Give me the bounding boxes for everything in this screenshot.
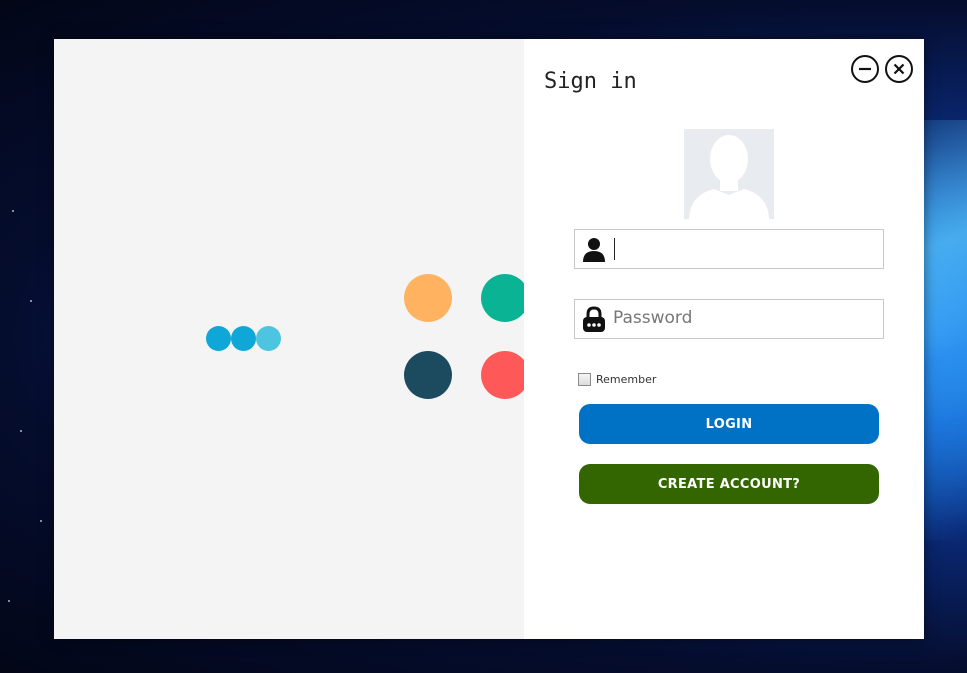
page-title: Sign in bbox=[544, 69, 637, 94]
star bbox=[20, 430, 22, 432]
login-window: Sign in Remember LOGIN CREATE ACCOUNT? bbox=[54, 39, 924, 639]
user-silhouette-icon bbox=[689, 135, 769, 219]
star bbox=[40, 520, 42, 522]
create-account-button[interactable]: CREATE ACCOUNT? bbox=[579, 464, 879, 504]
sign-in-panel: Sign in Remember LOGIN CREATE ACCOUNT? bbox=[524, 39, 924, 639]
star bbox=[30, 300, 32, 302]
remember-label: Remember bbox=[596, 373, 657, 386]
loader-dot bbox=[256, 326, 281, 351]
tile-dot bbox=[404, 274, 452, 322]
minimize-button[interactable] bbox=[851, 55, 879, 83]
tile-dot bbox=[404, 351, 452, 399]
star bbox=[12, 210, 14, 212]
tile-dot bbox=[481, 274, 524, 322]
minus-circle-icon bbox=[859, 67, 871, 71]
login-button[interactable]: LOGIN bbox=[579, 404, 879, 444]
person-icon bbox=[583, 238, 605, 262]
loading-panel bbox=[54, 39, 524, 639]
loader-dot bbox=[206, 326, 231, 351]
username-field[interactable] bbox=[574, 229, 884, 269]
remember-option[interactable]: Remember bbox=[578, 373, 656, 386]
lock-icon bbox=[583, 306, 605, 332]
avatar bbox=[684, 129, 774, 219]
password-input[interactable] bbox=[613, 300, 875, 336]
loader-dot bbox=[231, 326, 256, 351]
remember-checkbox[interactable] bbox=[578, 373, 591, 386]
tile-dot bbox=[481, 351, 524, 399]
close-button[interactable] bbox=[885, 55, 913, 83]
x-circle-icon bbox=[893, 63, 905, 75]
password-field[interactable] bbox=[574, 299, 884, 339]
star bbox=[8, 600, 10, 602]
username-input[interactable] bbox=[613, 230, 875, 266]
